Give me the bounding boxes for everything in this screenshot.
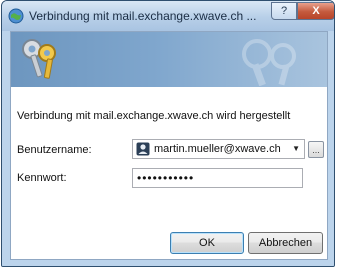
password-field[interactable]: ••••••••••• bbox=[132, 168, 303, 188]
username-label: Benutzername: bbox=[17, 144, 92, 156]
security-globe-icon bbox=[8, 8, 24, 24]
password-value: ••••••••••• bbox=[137, 171, 195, 185]
title-bar[interactable]: Verbindung mit mail.exchange.xwave.ch ..… bbox=[2, 1, 334, 31]
keys-icon bbox=[22, 39, 56, 79]
window-title: Verbindung mit mail.exchange.xwave.ch ..… bbox=[29, 9, 257, 23]
browse-credentials-button[interactable]: ... bbox=[308, 141, 324, 158]
username-combobox[interactable]: martin.mueller@xwave.ch ▼ bbox=[132, 139, 305, 159]
close-button[interactable]: X bbox=[297, 2, 334, 20]
help-button[interactable]: ? bbox=[271, 2, 297, 20]
ok-button[interactable]: OK bbox=[170, 232, 244, 254]
password-label: Kennwort: bbox=[17, 172, 67, 184]
username-value: martin.mueller@xwave.ch bbox=[154, 143, 281, 155]
user-card-icon bbox=[136, 142, 150, 156]
chevron-down-icon[interactable]: ▼ bbox=[292, 144, 300, 153]
credentials-dialog: Verbindung mit mail.exchange.xwave.ch ..… bbox=[1, 0, 335, 267]
window-bottom-frame bbox=[2, 263, 334, 266]
keys-watermark-icon bbox=[242, 39, 296, 86]
header-banner bbox=[11, 32, 327, 87]
dialog-body: Verbindung mit mail.exchange.xwave.ch wi… bbox=[10, 31, 328, 260]
connection-message: Verbindung mit mail.exchange.xwave.ch wi… bbox=[17, 110, 291, 122]
cancel-button[interactable]: Abbrechen bbox=[248, 232, 323, 254]
